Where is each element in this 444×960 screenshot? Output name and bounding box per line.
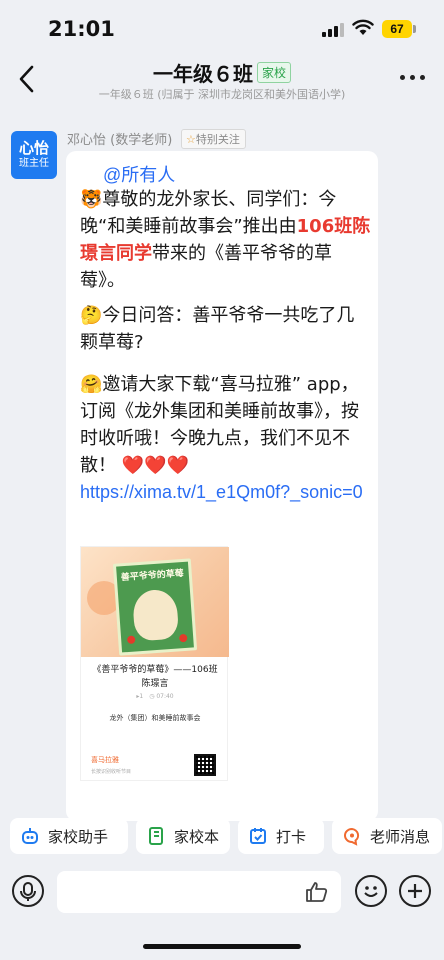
book-cover-title: 善平爷爷的草莓: [120, 568, 185, 584]
message-bubble[interactable]: @所有人 🐯尊敬的龙外家长、同学们：今晚“和美睡前故事会”推出由106班陈璟言同…: [66, 151, 378, 821]
qr-code-icon: [194, 754, 216, 776]
poster-logo-caption: 长按识别收听节目: [91, 769, 132, 775]
star-icon: ☆: [186, 133, 196, 146]
battery-tip: [413, 25, 416, 33]
message-input[interactable]: [57, 871, 341, 913]
special-follow-badge[interactable]: ☆特别关注: [181, 129, 246, 149]
ximalaya-link[interactable]: https://xima.tv/1_e1Qm0f?_sonic=0: [80, 482, 363, 502]
calendar-check-icon: [250, 828, 266, 844]
strawberry-icon: [126, 635, 136, 645]
quick-action-assistant[interactable]: 家校助手: [10, 818, 128, 854]
more-actions-button[interactable]: [399, 875, 431, 907]
emoji-button[interactable]: [355, 875, 387, 907]
message-paragraph-2: 🤔今日问答：善平爷爷一共吃了几颗草莓?: [80, 302, 372, 356]
grandpa-illustration: [131, 588, 180, 642]
thinking-emoji-icon: 🤔: [80, 305, 103, 326]
message-input-bar: [0, 862, 444, 922]
voice-input-button[interactable]: [12, 875, 44, 907]
follow-label: 特别关注: [195, 133, 240, 146]
sender-name: 邓心怡 (数学老师): [67, 133, 173, 148]
plus-icon: [408, 884, 422, 898]
chat-title-group: 一年级６班 家校: [0, 58, 444, 87]
avatar-role: 班主任: [19, 158, 49, 169]
home-indicator: [143, 944, 301, 949]
quick-action-teacher-messages[interactable]: 老师消息: [332, 818, 442, 854]
book-image: 善平爷爷的草莓: [112, 558, 198, 656]
poster-title: 《善平爷爷的草莓》——106班 陈璟言: [92, 665, 227, 689]
smiley-icon: [364, 886, 378, 897]
battery-indicator: 67: [382, 20, 412, 38]
hugging-emoji-icon: 🤗: [80, 374, 103, 395]
home-school-tag: 家校: [256, 62, 291, 83]
paragraph-text: 今日问答：善平爷爷一共吃了几颗草莓?: [80, 305, 355, 353]
quick-action-label: 家校本: [174, 828, 220, 846]
status-bar: 21:01 67: [0, 0, 444, 56]
poster-meta: ▸1 ◷ 07:40: [136, 693, 174, 700]
cellular-signal-icon: [322, 23, 344, 37]
avatar[interactable]: 心怡 班主任: [11, 131, 57, 179]
chat-subtitle: 一年级６班 (归属于 深圳市龙岗区和美外国语小学): [98, 88, 346, 101]
hearts-emoji-icon: ❤️❤️❤️: [121, 455, 189, 476]
chat-title: 一年级６班: [152, 62, 253, 86]
avatar-name: 心怡: [18, 139, 49, 157]
story-poster-image[interactable]: 善平爷爷的草莓 《善平爷爷的草莓》——106班 陈璟言 ▸1 ◷ 07:40 龙…: [80, 546, 229, 781]
thumbs-up-icon[interactable]: [305, 881, 329, 903]
quick-action-checkin[interactable]: 打卡: [238, 818, 324, 854]
chat-bubble-icon: [344, 827, 360, 846]
quick-action-label: 老师消息: [370, 828, 431, 846]
more-options-button[interactable]: [398, 71, 428, 85]
notebook-icon: [149, 827, 163, 845]
tiger-emoji-icon: 🐯: [80, 189, 103, 210]
ximalaya-logo: 喜马拉雅: [91, 756, 119, 764]
quick-actions-bar: 家校助手 家校本 打卡 老师消息: [0, 814, 444, 860]
quick-action-label: 打卡: [276, 828, 307, 846]
status-time: 21:01: [48, 17, 115, 41]
poster-organization: 龙外（集团）和美睡前故事会: [109, 714, 201, 722]
strawberry-icon: [178, 633, 188, 643]
robot-icon: [22, 828, 38, 844]
message-paragraph-1: 🐯尊敬的龙外家长、同学们：今晚“和美睡前故事会”推出由106班陈璟言同学带来的《…: [80, 186, 372, 294]
wifi-icon: [352, 19, 374, 35]
chat-header: 一年级６班 家校 一年级６班 (归属于 深圳市龙岗区和美外国语小学): [0, 56, 444, 106]
book-cover-illustration: 善平爷爷的草莓: [81, 547, 229, 657]
message-paragraph-3: 🤗邀请大家下载“喜马拉雅” app，订阅《龙外集团和美睡前故事》，按时收听哦！今…: [80, 371, 372, 506]
quick-action-notebook[interactable]: 家校本: [136, 818, 230, 854]
microphone-icon: [20, 882, 36, 901]
quick-action-label: 家校助手: [48, 828, 109, 846]
mention-all[interactable]: @所有人: [103, 161, 175, 187]
